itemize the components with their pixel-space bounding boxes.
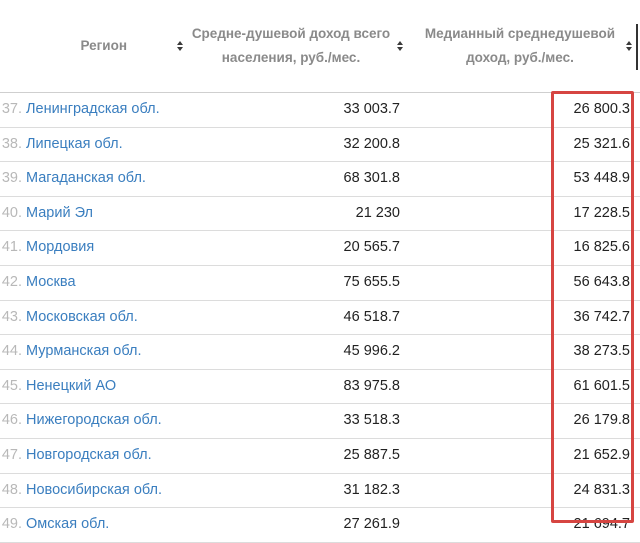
column-header-avg-income-label: Средне-душевой доход всего населения, ру…	[191, 26, 391, 65]
avg-income-cell: 21 230	[355, 204, 400, 221]
column-header-avg-income[interactable]: Средне-душевой доход всего населения, ру…	[185, 0, 405, 92]
median-column-highlight	[551, 91, 634, 523]
row-index: 42.	[1, 273, 22, 290]
avg-income-cell: 83 975.8	[343, 377, 400, 394]
region-link[interactable]: Новосибирская обл.	[26, 474, 162, 508]
avg-income-cell: 45 996.2	[343, 343, 400, 360]
income-table: Регион Средне-душевой доход всего населе…	[0, 0, 640, 543]
avg-income-cell: 75 655.5	[343, 273, 400, 290]
avg-income-cell: 20 565.7	[343, 239, 400, 256]
region-link[interactable]: Липецкая обл.	[26, 128, 123, 162]
region-link[interactable]: Магаданская обл.	[26, 162, 146, 196]
row-index: 48.	[1, 481, 22, 498]
row-index: 39.	[1, 170, 22, 187]
region-link[interactable]: Нижегородская обл.	[26, 404, 162, 438]
table-body: 37. Ленинградская обл. 33 003.7 26 800.3…	[0, 93, 640, 543]
row-index: 38.	[1, 135, 22, 152]
region-link[interactable]: Ленинградская обл.	[26, 93, 160, 127]
row-index: 47.	[1, 446, 22, 463]
column-header-median-income[interactable]: Медианный среднедушевой доход, руб./мес.	[420, 0, 640, 92]
table-row: 47. Новгородская обл. 25 887.5 21 652.9	[0, 439, 640, 474]
region-link[interactable]: Марий Эл	[26, 197, 93, 231]
avg-income-cell: 46 518.7	[343, 308, 400, 325]
scrollbar-edge[interactable]	[636, 24, 638, 70]
table-row: 46. Нижегородская обл. 33 518.3 26 179.8	[0, 404, 640, 439]
region-link[interactable]: Омская обл.	[26, 508, 109, 542]
table-row: 37. Ленинградская обл. 33 003.7 26 800.3	[0, 93, 640, 128]
region-link[interactable]: Мурманская обл.	[26, 335, 142, 369]
sort-icon[interactable]	[397, 39, 405, 53]
table-header: Регион Средне-душевой доход всего населе…	[0, 0, 640, 93]
region-link[interactable]: Москва	[26, 266, 76, 300]
avg-income-cell: 33 518.3	[343, 412, 400, 429]
row-index: 49.	[1, 516, 22, 533]
avg-income-cell: 32 200.8	[343, 135, 400, 152]
table-row: 39. Магаданская обл. 68 301.8 53 448.9	[0, 162, 640, 197]
table-row: 49. Омская обл. 27 261.9 21 694.7	[0, 508, 640, 543]
sort-icon[interactable]	[177, 39, 185, 53]
avg-income-cell: 27 261.9	[343, 516, 400, 533]
column-header-region[interactable]: Регион	[0, 0, 185, 92]
column-header-median-income-label: Медианный среднедушевой доход, руб./мес.	[424, 26, 616, 65]
table-row: 48. Новосибирская обл. 31 182.3 24 831.3	[0, 474, 640, 509]
column-header-region-label: Регион	[80, 38, 128, 53]
region-link[interactable]: Московская обл.	[26, 301, 138, 335]
region-link[interactable]: Ненецкий АО	[26, 370, 116, 404]
table-row: 43. Московская обл. 46 518.7 36 742.7	[0, 301, 640, 336]
avg-income-cell: 25 887.5	[343, 446, 400, 463]
region-link[interactable]: Мордовия	[26, 231, 94, 265]
table-row: 44. Мурманская обл. 45 996.2 38 273.5	[0, 335, 640, 370]
avg-income-cell: 33 003.7	[343, 101, 400, 117]
row-index: 41.	[1, 239, 22, 256]
row-index: 44.	[1, 343, 22, 360]
table-row: 38. Липецкая обл. 32 200.8 25 321.6	[0, 128, 640, 163]
avg-income-cell: 31 182.3	[343, 481, 400, 498]
avg-income-cell: 68 301.8	[343, 170, 400, 187]
table-row: 41. Мордовия 20 565.7 16 825.6	[0, 231, 640, 266]
sort-icon[interactable]	[626, 39, 634, 53]
table-row: 42. Москва 75 655.5 56 643.8	[0, 266, 640, 301]
row-index: 43.	[1, 308, 22, 325]
region-link[interactable]: Новгородская обл.	[26, 439, 152, 473]
table-row: 40. Марий Эл 21 230 17 228.5	[0, 197, 640, 232]
row-index: 45.	[1, 377, 22, 394]
row-index: 46.	[1, 412, 22, 429]
row-index: 40.	[1, 204, 22, 221]
row-index: 37.	[1, 101, 22, 117]
table-row: 45. Ненецкий АО 83 975.8 61 601.5	[0, 370, 640, 405]
